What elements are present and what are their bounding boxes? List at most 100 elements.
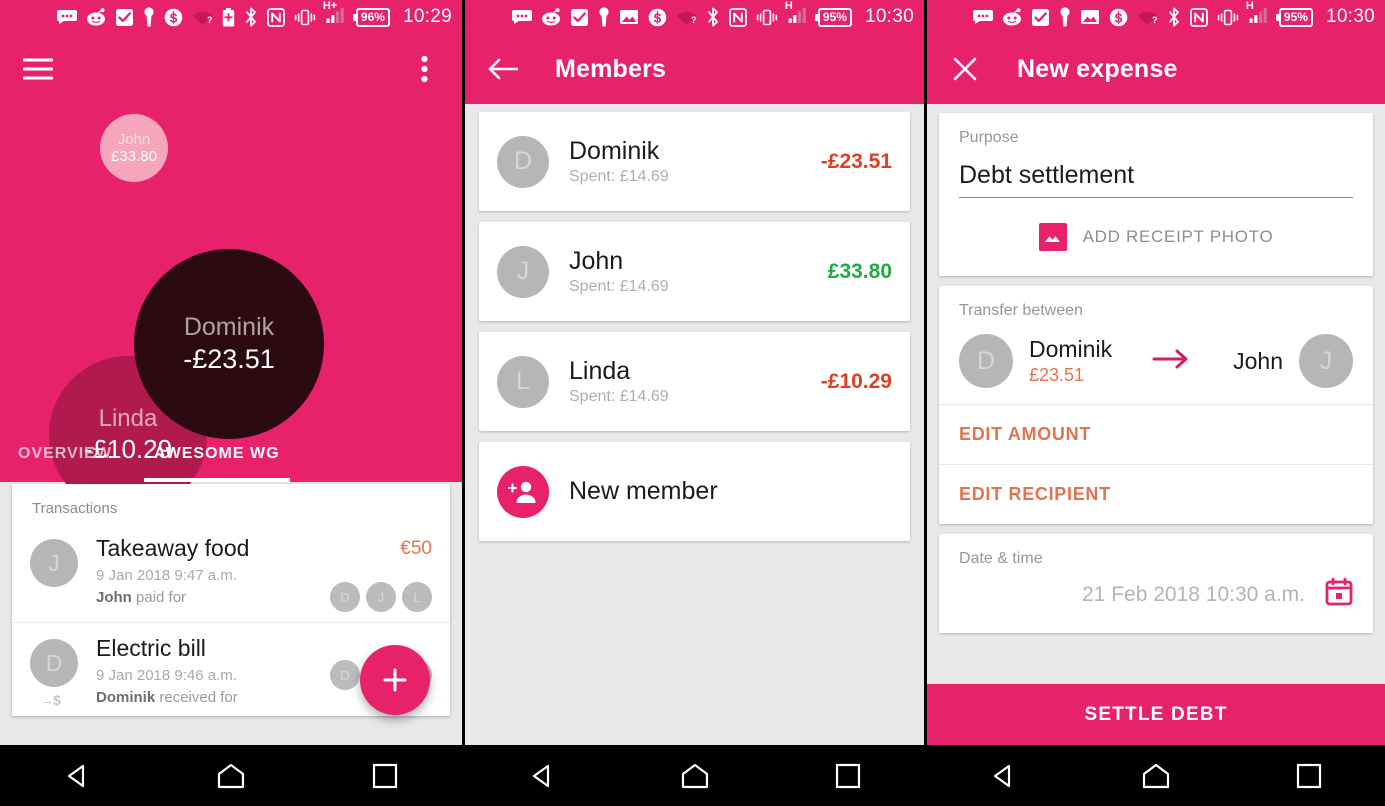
list-item[interactable]: D Dominik Spent: £14.69 -£23.51 xyxy=(479,112,910,211)
nav-recents-icon[interactable] xyxy=(357,748,413,804)
member-balance: -£23.51 xyxy=(820,149,892,173)
signal-icon: H xyxy=(1246,0,1270,27)
battery-percent-label: 95% xyxy=(814,7,852,27)
image-icon xyxy=(619,7,639,27)
member-info: John Spent: £14.69 xyxy=(569,247,828,297)
edit-recipient-button[interactable]: EDIT RECIPIENT xyxy=(939,464,1373,524)
signal-icon: H xyxy=(785,0,809,27)
menu-icon[interactable] xyxy=(18,49,58,89)
transfer-label: Transfer between xyxy=(959,302,1083,319)
transfer-from-name: Dominik xyxy=(1029,335,1113,362)
bubble-john[interactable]: John £33.80 xyxy=(100,114,168,182)
bubble-dominik[interactable]: Dominik -£23.51 xyxy=(134,249,324,439)
clock-label: 10:30 xyxy=(1325,6,1375,27)
tab-awesome-wg[interactable]: AWESOME WG xyxy=(143,426,290,482)
bluetooth-icon xyxy=(244,7,258,27)
checkbox-icon xyxy=(1031,7,1050,27)
transaction-date: 9 Jan 2018 9:46 a.m. xyxy=(96,666,237,684)
transfer-amount: £23.51 xyxy=(1029,365,1085,386)
nav-recents-icon[interactable] xyxy=(820,748,876,804)
add-expense-fab[interactable] xyxy=(360,645,430,715)
back-arrow-icon[interactable] xyxy=(483,49,523,89)
transaction-title: Electric bill xyxy=(96,635,206,661)
transfer-from: Dominik £23.51 xyxy=(1029,336,1112,387)
dollar-icon: S xyxy=(648,7,667,27)
list-item[interactable]: J John Spent: £14.69 £33.80 xyxy=(479,222,910,321)
vibrate-icon xyxy=(756,7,778,27)
checkbox-icon xyxy=(115,7,134,27)
image-icon xyxy=(1080,7,1100,27)
member-info: Linda Spent: £14.69 xyxy=(569,357,821,407)
svg-text:?: ? xyxy=(1152,15,1158,25)
avatar: J xyxy=(30,539,78,587)
datetime-row[interactable]: 21 Feb 2018 10:30 a.m. xyxy=(939,568,1373,633)
nav-home-icon[interactable] xyxy=(667,748,723,804)
vibrate-icon xyxy=(294,7,316,27)
member-name: John xyxy=(569,246,624,275)
bluetooth-icon xyxy=(1167,7,1181,27)
network-type-label: H+ xyxy=(322,0,338,12)
image-icon xyxy=(1038,223,1067,251)
nav-back-icon[interactable] xyxy=(514,748,570,804)
message-icon xyxy=(972,7,993,27)
system-navigation-bar xyxy=(927,745,1385,806)
avatar: J xyxy=(497,245,549,298)
phone-screen-new-expense: S ? H 95% 10:30 New xyxy=(924,0,1385,806)
page-title: New expense xyxy=(1017,54,1178,83)
key-icon xyxy=(1059,7,1071,27)
bubble-name: Dominik xyxy=(183,313,275,342)
purpose-card: Purpose Debt settlement ADD RECEIPT PHOT… xyxy=(939,113,1373,276)
actor-name: John xyxy=(96,588,132,606)
member-spent: Spent: £14.69 xyxy=(569,168,669,186)
app-bar: Members xyxy=(465,34,924,104)
screenshot-root: S ? H+ 96% 10:29 xyxy=(0,0,1385,806)
participant-avatars: D J L xyxy=(330,582,432,612)
settle-debt-button[interactable]: SETTLE DEBT xyxy=(927,684,1385,745)
status-bar: S ? H 95% 10:30 xyxy=(465,0,924,34)
datetime-value: 21 Feb 2018 10:30 a.m. xyxy=(1082,582,1305,606)
new-member-label: New member xyxy=(569,477,718,505)
avatar: D xyxy=(330,660,360,690)
member-balance: £33.80 xyxy=(827,259,892,283)
member-balance: -£10.29 xyxy=(820,369,892,393)
transfer-card: Transfer between D Dominik £23.51 John J… xyxy=(939,286,1373,524)
add-receipt-photo-button[interactable]: ADD RECEIPT PHOTO xyxy=(939,198,1373,276)
close-icon[interactable] xyxy=(945,49,985,89)
nav-back-icon[interactable] xyxy=(49,748,105,804)
transaction-title: Takeaway food xyxy=(96,535,250,561)
actor-action: paid for xyxy=(131,588,187,606)
network-type-label: H xyxy=(784,0,793,12)
actor-action: received for xyxy=(155,688,238,706)
table-row[interactable]: J Takeaway food 9 Jan 2018 9:47 a.m. Joh… xyxy=(12,523,450,622)
arrow-right-icon xyxy=(1152,349,1194,374)
nav-recents-icon[interactable] xyxy=(1281,748,1337,804)
overflow-icon[interactable] xyxy=(404,49,444,89)
add-receipt-photo-label: ADD RECEIPT PHOTO xyxy=(1082,227,1274,246)
nav-home-icon[interactable] xyxy=(203,748,259,804)
message-icon xyxy=(511,7,532,27)
new-member-button[interactable]: New member xyxy=(479,442,910,541)
signal-icon: H+ xyxy=(323,0,347,27)
reddit-icon xyxy=(541,7,561,27)
bluetooth-icon xyxy=(706,7,720,27)
nav-home-icon[interactable] xyxy=(1128,748,1184,804)
new-expense-form: Purpose Debt settlement ADD RECEIPT PHOT… xyxy=(927,104,1385,679)
transaction-actor: Dominik received for xyxy=(96,689,330,706)
avatar: J xyxy=(1298,334,1353,388)
reddit-icon xyxy=(86,7,106,27)
wifi-question-icon: ? xyxy=(676,7,697,27)
network-type-label: H xyxy=(1245,0,1254,12)
bubble-amount: -£23.51 xyxy=(183,343,275,374)
tab-overview[interactable]: OVERVIEW xyxy=(18,426,112,482)
member-info: Dominik Spent: £14.69 xyxy=(569,137,821,187)
nav-back-icon[interactable] xyxy=(975,748,1031,804)
list-item[interactable]: L Linda Spent: £14.69 -£10.29 xyxy=(479,332,910,431)
datetime-card: Date & time 21 Feb 2018 10:30 a.m. xyxy=(939,534,1373,633)
calendar-icon[interactable] xyxy=(1325,577,1353,611)
status-bar: S ? H 95% 10:30 xyxy=(927,0,1385,34)
edit-amount-button[interactable]: EDIT AMOUNT xyxy=(939,404,1373,464)
transaction-right: €50 D J L xyxy=(330,535,432,612)
purpose-input[interactable]: Debt settlement xyxy=(959,161,1353,198)
system-navigation-bar xyxy=(0,745,462,806)
svg-text:?: ? xyxy=(207,15,213,25)
